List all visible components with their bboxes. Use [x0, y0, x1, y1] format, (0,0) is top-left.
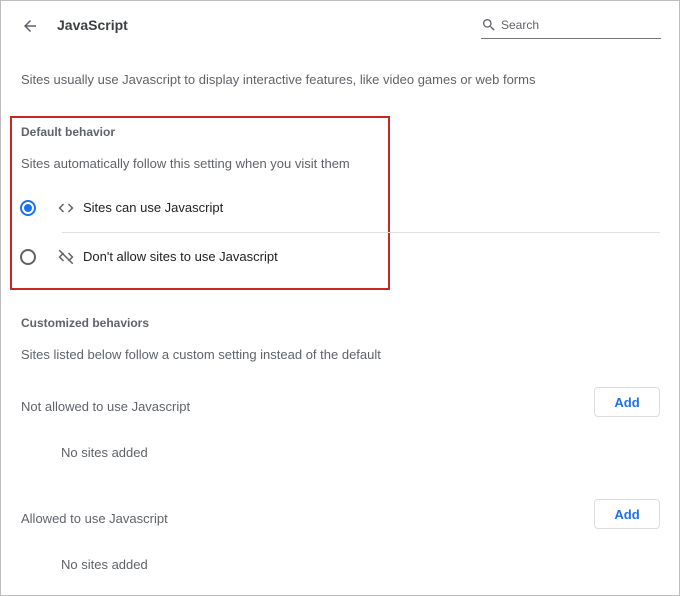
- default-behavior-heading: Default behavior: [21, 125, 116, 139]
- customized-behaviors-subtitle: Sites listed below follow a custom setti…: [21, 347, 381, 362]
- code-icon: [58, 203, 74, 213]
- add-not-allowed-button[interactable]: Add: [594, 387, 660, 417]
- search-input[interactable]: [501, 16, 651, 34]
- search-box[interactable]: [481, 14, 661, 39]
- allowed-empty-text: No sites added: [61, 557, 148, 572]
- radio-label: Sites can use Javascript: [83, 200, 224, 215]
- radio-button-checked[interactable]: [20, 200, 36, 216]
- customized-behaviors-heading: Customized behaviors: [21, 316, 150, 330]
- add-allowed-button[interactable]: Add: [594, 499, 660, 529]
- arrow-back-icon: [24, 20, 36, 32]
- radio-allow-javascript[interactable]: Sites can use Javascript: [20, 193, 660, 223]
- default-behavior-subtitle: Sites automatically follow this setting …: [21, 156, 350, 171]
- radio-block-javascript[interactable]: Don't allow sites to use Javascript: [20, 242, 660, 272]
- allowed-list-label: Allowed to use Javascript: [21, 511, 168, 526]
- not-allowed-empty-text: No sites added: [61, 445, 148, 460]
- code-off-icon: [58, 249, 74, 265]
- settings-frame: [0, 0, 680, 596]
- radio-label: Don't allow sites to use Javascript: [83, 249, 278, 264]
- radio-button-unchecked[interactable]: [20, 249, 36, 265]
- search-icon: [483, 19, 495, 31]
- divider: [62, 232, 660, 233]
- page-description: Sites usually use Javascript to display …: [21, 72, 536, 87]
- page-header: JavaScript: [0, 0, 680, 52]
- back-button[interactable]: [18, 14, 42, 38]
- not-allowed-list-label: Not allowed to use Javascript: [21, 399, 191, 414]
- page-title: JavaScript: [57, 17, 128, 33]
